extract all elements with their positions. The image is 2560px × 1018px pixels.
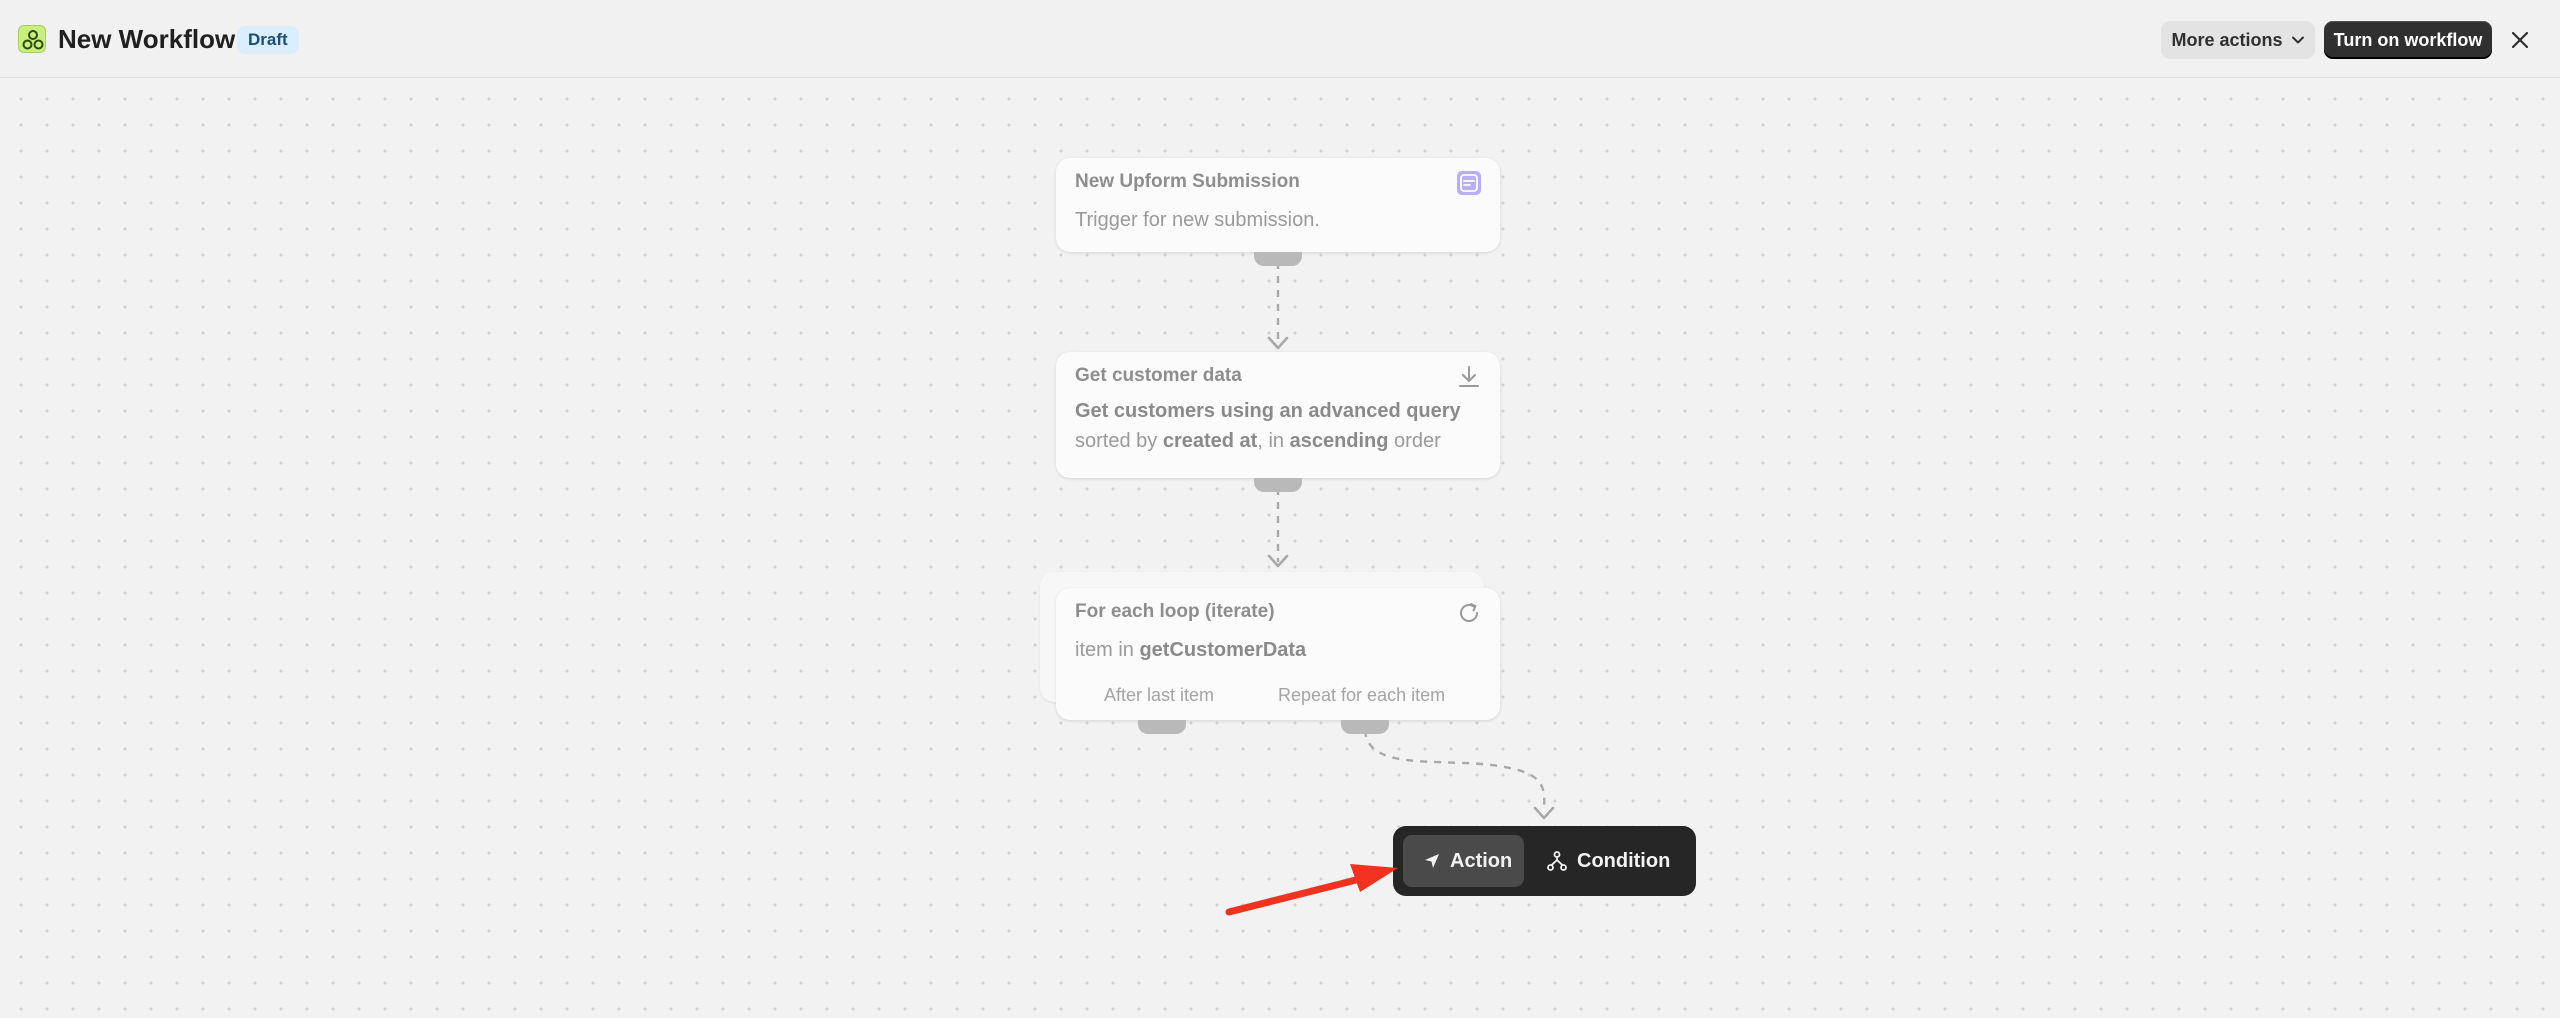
annotation-arrow [1225, 864, 1398, 916]
annotation-arrow-head [1350, 864, 1398, 892]
annotation-arrow-shaft [1225, 875, 1364, 916]
